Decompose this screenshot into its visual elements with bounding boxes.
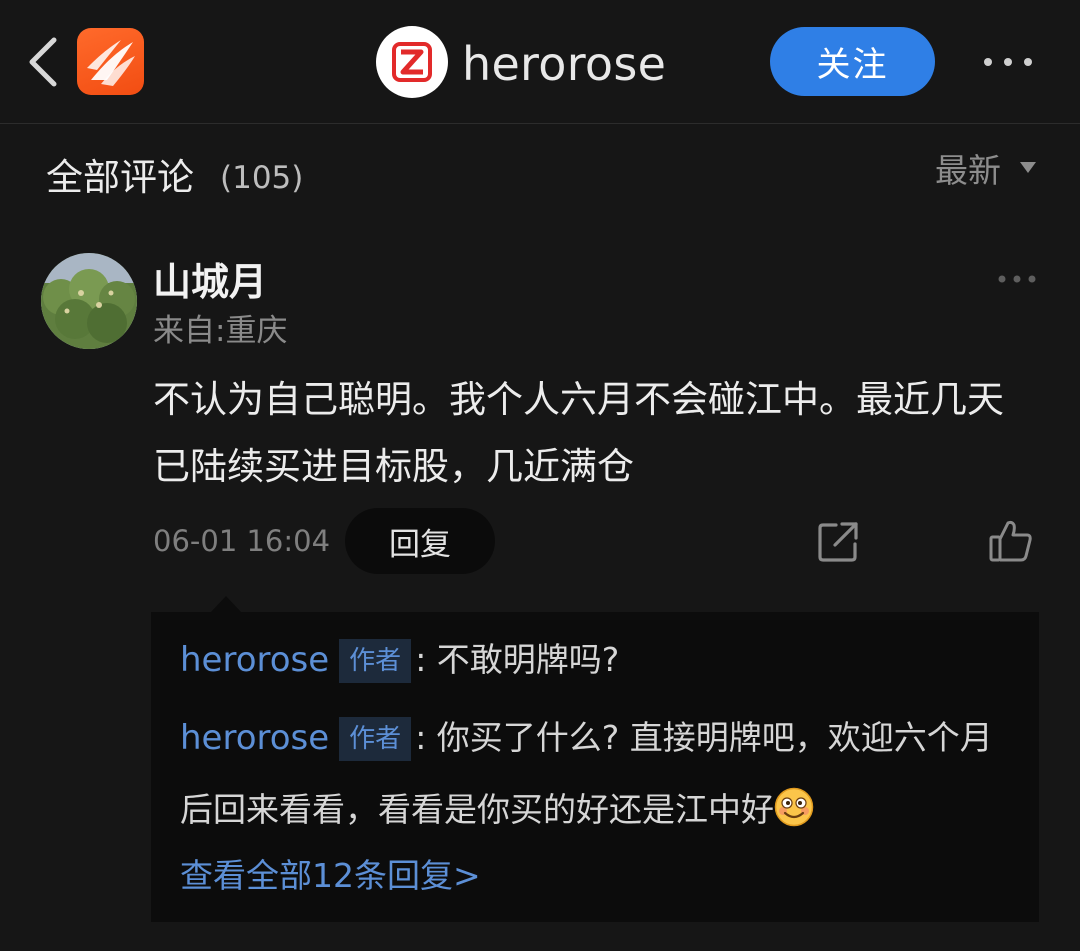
author-badge: 作者 xyxy=(339,639,412,683)
share-icon xyxy=(818,522,858,562)
reply-text: : 不敢明牌吗? xyxy=(415,640,620,679)
replies-box: herorose 作者: 不敢明牌吗? herorose 作者: 你买了什么? 直接… xyxy=(151,612,1039,922)
comment-text: 不认为自己聪明。我个人六月不会碰江中。最近几天已陆续买进目标股，几近满仓 xyxy=(153,378,1004,488)
reply-author[interactable]: herorose xyxy=(180,718,329,758)
sort-dropdown[interactable]: 最新 xyxy=(935,148,1001,194)
commenter-name[interactable]: 山城月 xyxy=(153,256,267,308)
comments-title: 全部评论 xyxy=(46,156,194,199)
more-horizontal-icon xyxy=(998,275,1036,283)
comment-more-button[interactable] xyxy=(995,269,1039,289)
more-horizontal-icon xyxy=(984,58,1032,66)
author-badge: 作者 xyxy=(339,717,412,761)
grinning-face-icon xyxy=(774,780,814,827)
caret-down-icon[interactable] xyxy=(1020,162,1036,173)
avatar[interactable] xyxy=(41,253,137,349)
reply-item[interactable]: herorose 作者: 不敢明牌吗? xyxy=(180,632,1020,688)
app-logo-icon[interactable] xyxy=(77,28,144,95)
thumbs-up-icon xyxy=(989,520,1032,562)
comments-count: (105) xyxy=(220,160,304,196)
top-bar: herorose 关注 xyxy=(0,0,1080,124)
reply-author[interactable]: herorose xyxy=(180,640,329,680)
back-button[interactable] xyxy=(22,36,62,88)
comment-timestamp: 06-01 16:04 xyxy=(153,524,331,558)
commenter-location: 来自:重庆 xyxy=(153,313,288,349)
user-logo-icon[interactable] xyxy=(376,26,448,98)
follow-button[interactable]: 关注 xyxy=(770,27,935,96)
like-button[interactable] xyxy=(988,518,1034,564)
reply-item[interactable]: herorose 作者: 你买了什么? 直接明牌吧，欢迎六个月后回来看看，看看是你… xyxy=(180,702,1020,846)
view-all-replies-link[interactable]: 查看全部12条回复> xyxy=(180,852,481,900)
profile-name[interactable]: herorose xyxy=(462,34,666,94)
more-options-button[interactable] xyxy=(978,48,1038,76)
share-button[interactable] xyxy=(816,520,860,564)
chevron-left-icon xyxy=(29,37,57,87)
reply-button[interactable]: 回复 xyxy=(345,508,495,574)
replies-pointer xyxy=(210,596,242,613)
